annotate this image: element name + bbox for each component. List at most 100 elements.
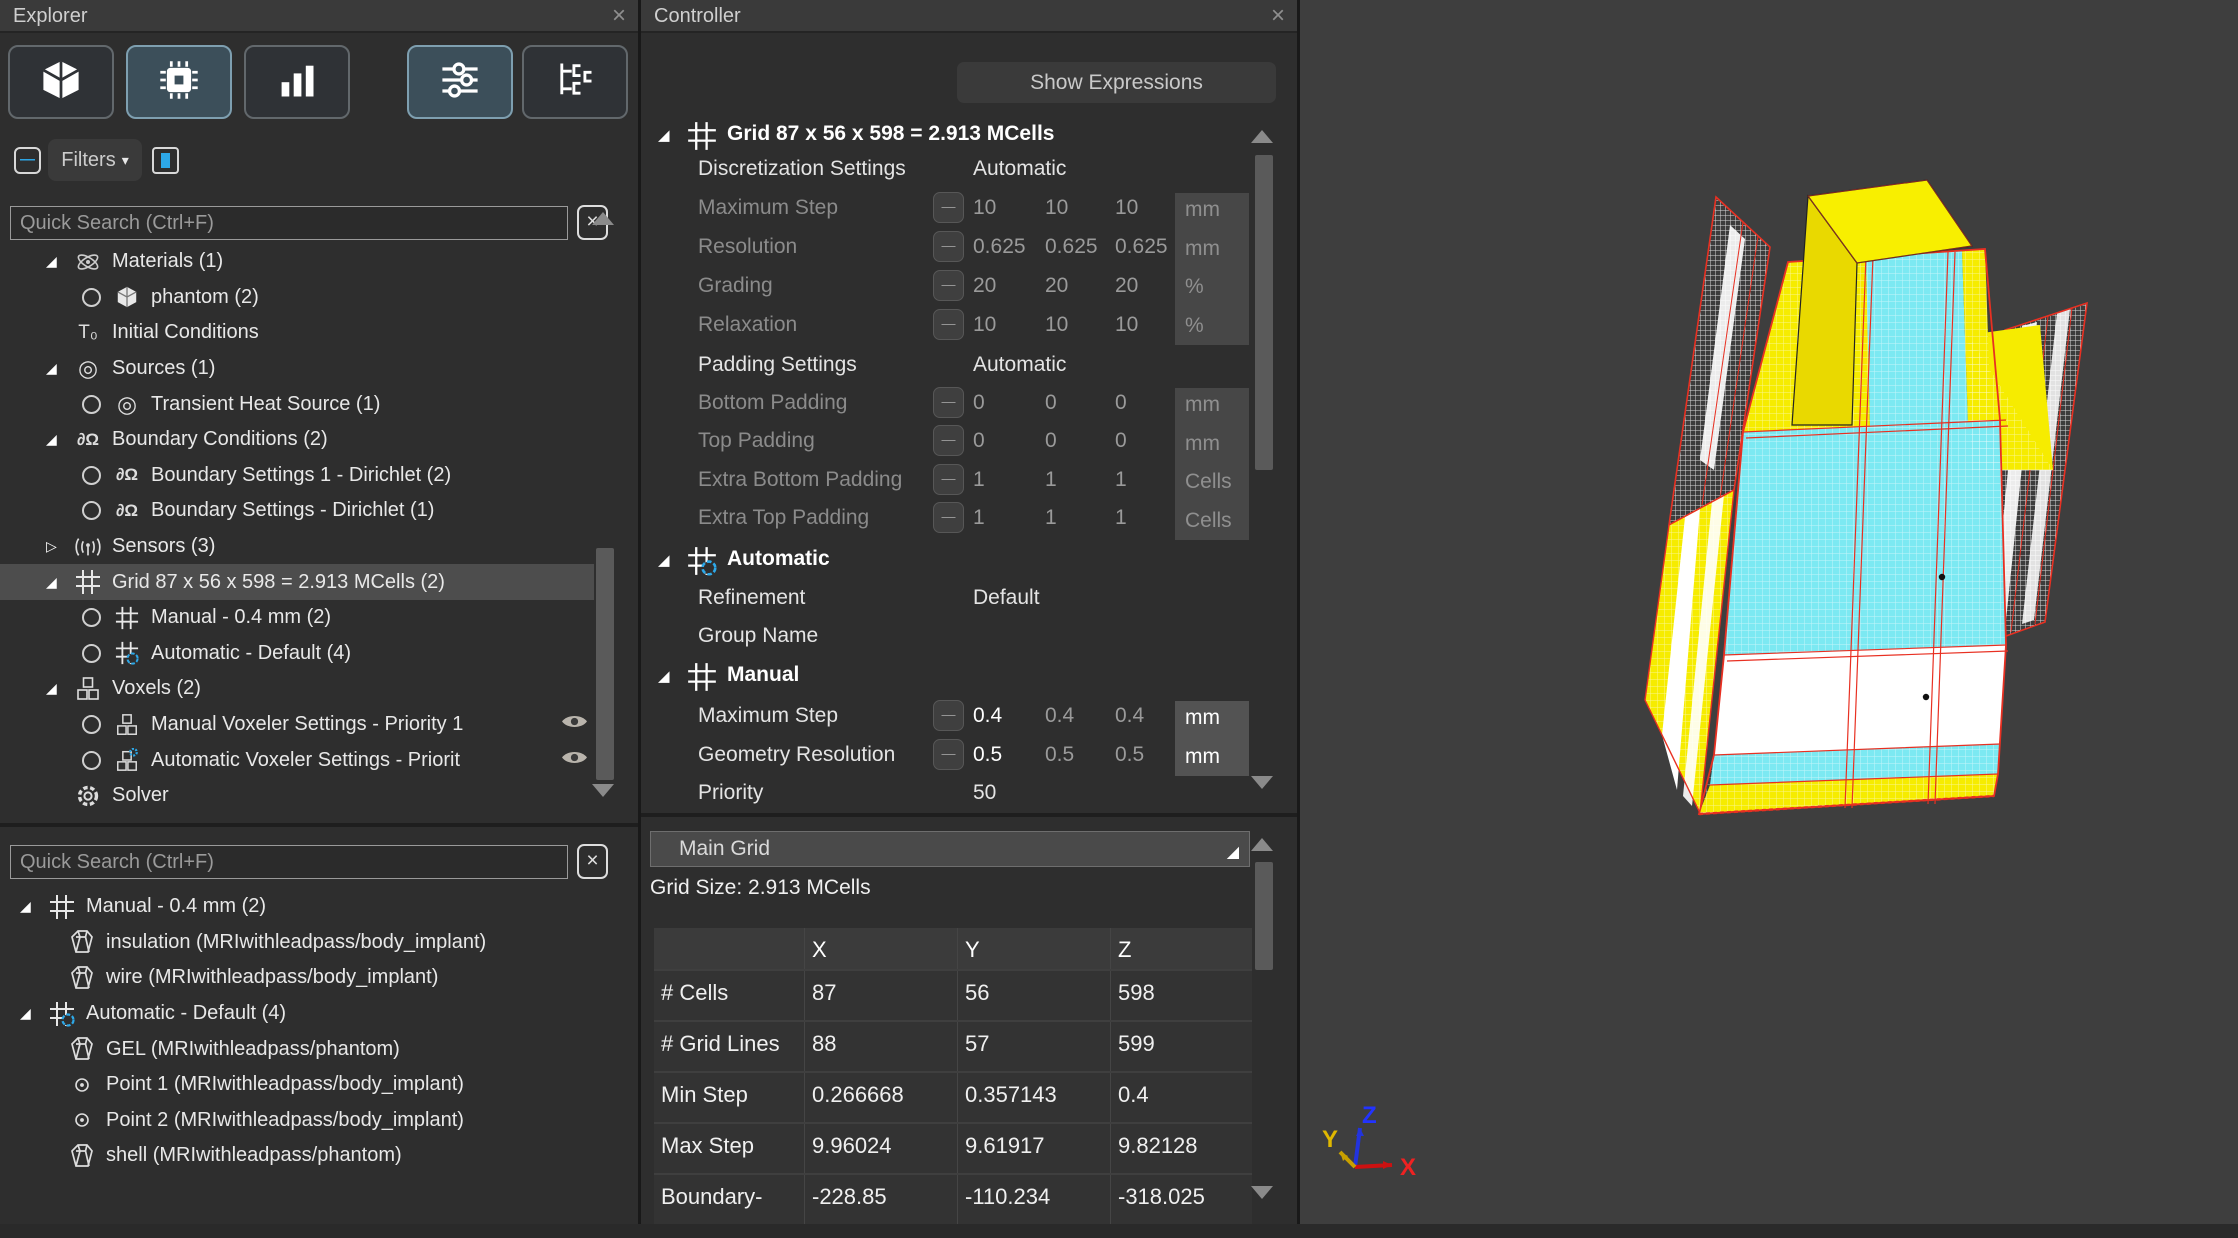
controller-scroll-up-icon[interactable] xyxy=(1251,130,1273,143)
value-y[interactable]: 10 xyxy=(1045,313,1068,337)
radio-icon[interactable] xyxy=(82,750,101,770)
expander-icon[interactable]: ◢ xyxy=(20,1005,46,1022)
collapse-values-button[interactable]: — xyxy=(933,192,964,223)
tree2-item-insulation[interactable]: insulation (MRIwithleadpass/body_implant… xyxy=(0,925,594,961)
show-expressions-button[interactable]: Show Expressions xyxy=(957,62,1276,103)
simulation-view-button[interactable] xyxy=(126,45,232,119)
tree-scrollbar[interactable] xyxy=(596,548,614,780)
tree-item-boundary-conditions[interactable]: ◢ ∂Ω Boundary Conditions (2) xyxy=(0,422,594,458)
tree-item-sensors[interactable]: ▷ Sensors (3) xyxy=(0,529,594,565)
value-z[interactable]: 10 xyxy=(1115,196,1138,220)
panel-layout-toggle[interactable] xyxy=(152,147,179,174)
expander-icon[interactable]: ◢ xyxy=(658,551,670,569)
tree2-item-wire[interactable]: wire (MRIwithleadpass/body_implant) xyxy=(0,960,594,996)
tree-item-grid-selected[interactable]: ◢ Grid 87 x 56 x 598 = 2.913 MCells (2) xyxy=(0,564,594,600)
tree2-item-automatic[interactable]: ◢ Automatic - Default (4) xyxy=(0,996,594,1032)
value-z[interactable]: 20 xyxy=(1115,274,1138,298)
search-clear-button-2[interactable]: × xyxy=(577,844,608,879)
tree-item-boundary-settings-1[interactable]: ∂Ω Boundary Settings 1 - Dirichlet (2) xyxy=(0,458,594,494)
value-x[interactable]: 1 xyxy=(973,468,985,492)
manual-group-header[interactable]: ◢ Manual xyxy=(641,659,1297,697)
radio-icon[interactable] xyxy=(82,643,101,663)
value-z[interactable]: 1 xyxy=(1115,506,1127,530)
grid-group-header[interactable]: ◢ Grid 87 x 56 x 598 = 2.913 MCells xyxy=(641,118,1297,156)
viewport-3d[interactable]: Z X Y xyxy=(1300,0,2238,1238)
radio-icon[interactable] xyxy=(82,394,101,414)
value-x[interactable]: 10 xyxy=(973,196,996,220)
explorer-titlebar[interactable]: Explorer × xyxy=(0,0,638,33)
unit-column[interactable]: mm mm Cells Cells xyxy=(1175,388,1249,540)
collapse-values-button[interactable]: — xyxy=(933,387,964,418)
controller-scroll-down-icon[interactable] xyxy=(1251,776,1273,789)
value-x[interactable]: 0 xyxy=(973,429,985,453)
value-x[interactable]: 0 xyxy=(973,391,985,415)
radio-icon[interactable] xyxy=(82,715,101,735)
collapse-values-button[interactable]: — xyxy=(933,425,964,456)
expander-icon[interactable]: ◢ xyxy=(20,898,46,915)
expander-icon[interactable]: ◢ xyxy=(46,253,72,270)
collapse-values-button[interactable]: — xyxy=(933,700,964,731)
tree-item-solver[interactable]: Solver xyxy=(0,778,594,814)
search-input[interactable] xyxy=(10,206,568,240)
collapse-values-button[interactable]: — xyxy=(933,739,964,770)
tree-item-grid-manual[interactable]: Manual - 0.4 mm (2) xyxy=(0,600,594,636)
setting-value[interactable]: Automatic xyxy=(973,157,1066,181)
tree-item-manual-voxeler[interactable]: Manual Voxeler Settings - Priority 1 xyxy=(0,707,594,743)
tree-item-materials[interactable]: ◢ Materials (1) xyxy=(0,244,594,280)
value-x[interactable]: 10 xyxy=(973,313,996,337)
tree-item-phantom[interactable]: phantom (2) xyxy=(0,280,594,316)
tree-item-initial-conditions[interactable]: T₀ Initial Conditions xyxy=(0,315,594,351)
search-input-2[interactable] xyxy=(10,845,568,879)
unit-column[interactable]: mm mm xyxy=(1175,701,1249,776)
expander-icon[interactable]: ◢ xyxy=(46,574,72,591)
controller-close-icon[interactable]: × xyxy=(1271,0,1285,32)
controller-splitter[interactable] xyxy=(641,813,1297,817)
controller-scrollbar[interactable] xyxy=(1255,155,1273,470)
value-z[interactable]: 0 xyxy=(1115,429,1127,453)
maingrid-scroll-down-icon[interactable] xyxy=(1251,1186,1273,1199)
value-x[interactable]: 20 xyxy=(973,274,996,298)
setting-value[interactable]: Default xyxy=(973,586,1040,610)
value-x[interactable]: 0.5 xyxy=(973,743,1002,767)
settings-view-button[interactable] xyxy=(407,45,513,119)
tree2-item-gel[interactable]: GEL (MRIwithleadpass/phantom) xyxy=(0,1031,594,1067)
tree2-item-point1[interactable]: Point 1 (MRIwithleadpass/body_implant) xyxy=(0,1067,594,1103)
value-z[interactable]: 10 xyxy=(1115,313,1138,337)
expander-icon[interactable]: ◢ xyxy=(658,126,670,144)
collapse-values-button[interactable]: — xyxy=(933,464,964,495)
tree-item-boundary-settings[interactable]: ∂Ω Boundary Settings - Dirichlet (1) xyxy=(0,493,594,529)
hierarchy-view-button[interactable] xyxy=(522,45,628,119)
controller-titlebar[interactable]: Controller × xyxy=(641,0,1297,33)
value-y[interactable]: 0 xyxy=(1045,391,1057,415)
value-x[interactable]: 0.4 xyxy=(973,704,1002,728)
automatic-group-header[interactable]: ◢ Automatic xyxy=(641,543,1297,581)
value-z[interactable]: 0.4 xyxy=(1115,704,1144,728)
tree-item-transient-heat-source[interactable]: ◎ Transient Heat Source (1) xyxy=(0,386,594,422)
analysis-view-button[interactable] xyxy=(244,45,350,119)
setting-value[interactable]: 50 xyxy=(973,781,996,805)
tree-scroll-down-icon[interactable] xyxy=(592,784,614,797)
radio-icon[interactable] xyxy=(82,287,101,307)
value-y[interactable]: 10 xyxy=(1045,196,1068,220)
radio-icon[interactable] xyxy=(82,608,101,628)
explorer-close-icon[interactable]: × xyxy=(612,0,626,32)
value-x[interactable]: 1 xyxy=(973,506,985,530)
collapse-corner-icon[interactable]: ◢ xyxy=(1227,836,1239,870)
expander-icon[interactable]: ◢ xyxy=(46,360,72,377)
expander-icon[interactable]: ▷ xyxy=(46,538,72,555)
visibility-eye-icon[interactable] xyxy=(561,749,588,772)
tree2-item-shell[interactable]: shell (MRIwithleadpass/phantom) xyxy=(0,1138,594,1174)
expander-icon[interactable]: ◢ xyxy=(658,667,670,685)
radio-icon[interactable] xyxy=(82,501,101,521)
voxel-model-render[interactable] xyxy=(1300,0,2238,1238)
tree-scroll-up-icon[interactable] xyxy=(592,212,614,225)
collapse-values-button[interactable]: — xyxy=(933,270,964,301)
tree-item-voxels[interactable]: ◢ Voxels (2) xyxy=(0,671,594,707)
panel-divider[interactable] xyxy=(638,0,641,1238)
unit-column[interactable]: mm mm % % xyxy=(1175,193,1249,345)
value-y[interactable]: 1 xyxy=(1045,468,1057,492)
tree-item-automatic-voxeler[interactable]: Automatic Voxeler Settings - Priorit xyxy=(0,742,594,778)
value-y[interactable]: 0 xyxy=(1045,429,1057,453)
visibility-eye-icon[interactable] xyxy=(561,713,588,736)
value-y[interactable]: 1 xyxy=(1045,506,1057,530)
